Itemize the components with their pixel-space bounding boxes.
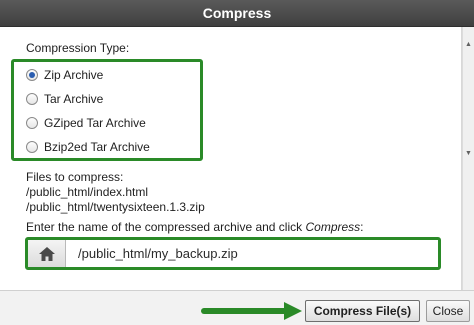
archive-path-field <box>25 237 441 270</box>
prompt-suffix: : <box>360 220 364 234</box>
dialog-body: Compression Type: Zip Archive Tar Archiv… <box>0 27 462 290</box>
close-button[interactable]: Close <box>426 300 470 322</box>
prompt-emphasis: Compress <box>305 220 361 234</box>
vertical-scrollbar[interactable]: ▲ ▼ <box>462 27 474 290</box>
prompt-text: Enter the name of the compressed archive… <box>26 220 306 234</box>
radio-button-checked[interactable] <box>26 69 38 81</box>
files-heading: Files to compress: <box>26 170 124 184</box>
radio-label: GZiped Tar Archive <box>44 116 146 130</box>
archive-name-prompt: Enter the name of the compressed archive… <box>26 220 364 234</box>
radio-button[interactable] <box>26 93 38 105</box>
scroll-up-icon[interactable]: ▲ <box>465 41 472 48</box>
archive-path-input[interactable] <box>66 240 438 267</box>
home-button[interactable] <box>28 240 66 267</box>
radio-label: Zip Archive <box>44 68 104 82</box>
radio-tar-archive[interactable]: Tar Archive <box>26 91 103 107</box>
compress-files-button[interactable]: Compress File(s) <box>305 300 420 322</box>
file-list-item: /public_html/twentysixteen.1.3.zip <box>26 200 205 214</box>
radio-zip-archive[interactable]: Zip Archive <box>26 67 103 83</box>
scroll-down-icon[interactable]: ▼ <box>465 150 472 157</box>
radio-button[interactable] <box>26 141 38 153</box>
radio-gziped-tar-archive[interactable]: GZiped Tar Archive <box>26 115 146 131</box>
arrow-right-icon <box>201 302 302 320</box>
radio-label: Tar Archive <box>44 92 104 106</box>
dialog-title: Compress <box>202 5 272 21</box>
radio-label: Bzip2ed Tar Archive <box>44 140 150 154</box>
radio-button[interactable] <box>26 117 38 129</box>
file-list-item: /public_html/index.html <box>26 185 149 199</box>
radio-bzip2ed-tar-archive[interactable]: Bzip2ed Tar Archive <box>26 139 150 155</box>
compression-type-heading: Compression Type: <box>26 41 130 55</box>
dialog-titlebar: Compress <box>0 0 474 27</box>
home-icon <box>38 246 55 261</box>
